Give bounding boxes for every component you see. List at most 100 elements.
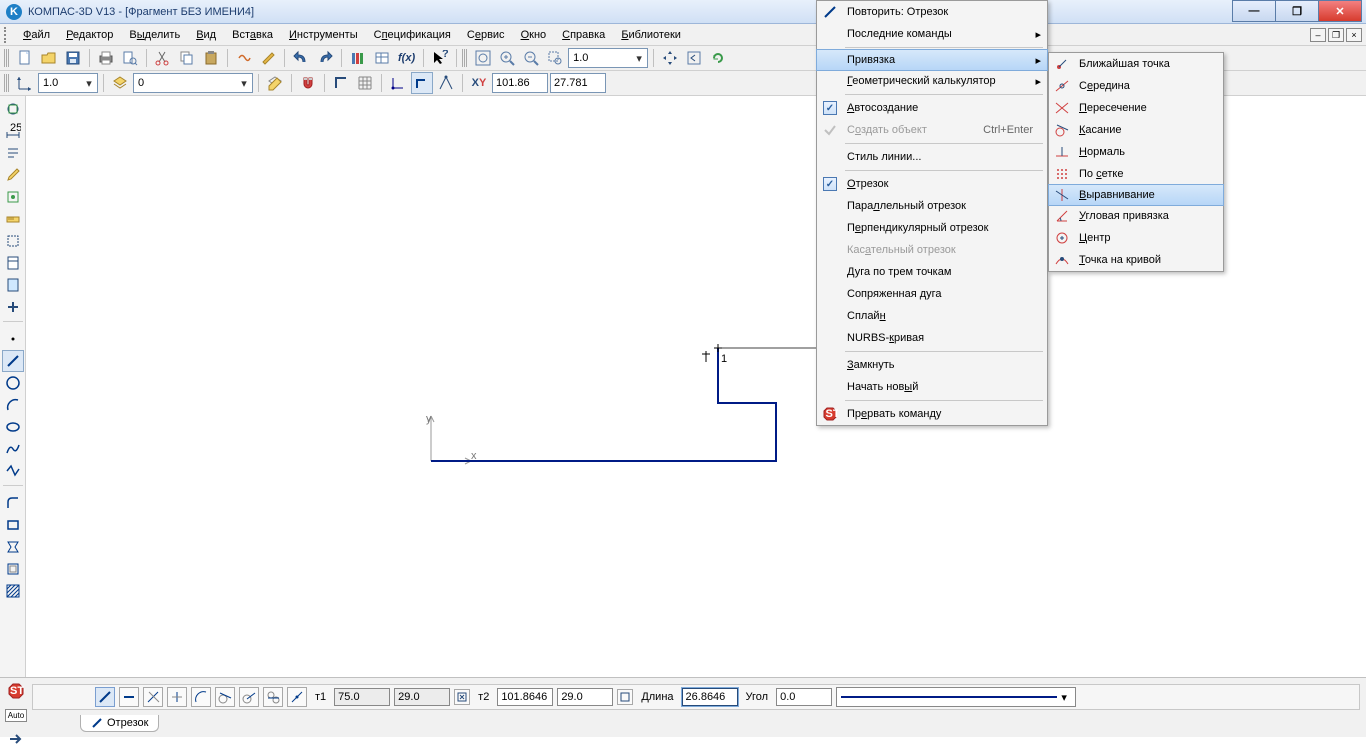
- menu-help[interactable]: Справка: [555, 27, 612, 43]
- cm-snap[interactable]: Привязка▸: [816, 49, 1048, 71]
- hatch-tool[interactable]: [2, 580, 24, 602]
- layer-color-button[interactable]: [109, 72, 131, 94]
- params-tab[interactable]: [2, 186, 24, 208]
- properties-button[interactable]: [233, 47, 255, 69]
- print-preview-button[interactable]: [119, 47, 141, 69]
- line-mode-9[interactable]: [287, 687, 307, 707]
- redo-button[interactable]: [314, 47, 336, 69]
- zoom-in-button[interactable]: [496, 47, 518, 69]
- layer-combo[interactable]: 0▾: [133, 73, 253, 93]
- autoline-tool[interactable]: [2, 460, 24, 482]
- arc-tool[interactable]: [2, 394, 24, 416]
- menu-edit[interactable]: Редактор: [59, 27, 120, 43]
- menu-window[interactable]: Окно: [514, 27, 554, 43]
- grid-button[interactable]: [354, 72, 376, 94]
- new-doc-button[interactable]: [14, 47, 36, 69]
- collect-tool[interactable]: [2, 536, 24, 558]
- snap-grid[interactable]: По сетке: [1049, 163, 1223, 185]
- menu-view[interactable]: Вид: [189, 27, 223, 43]
- fillet-tool[interactable]: [2, 492, 24, 514]
- snap-midpoint[interactable]: Середина: [1049, 75, 1223, 97]
- t2-lock-button[interactable]: [454, 689, 470, 705]
- rect-tool[interactable]: [2, 514, 24, 536]
- copy-props-button[interactable]: [257, 47, 279, 69]
- auto-mode-button[interactable]: Auto: [5, 704, 27, 726]
- redraw-button[interactable]: [707, 47, 729, 69]
- ellipse-tool[interactable]: [2, 416, 24, 438]
- coord-y-input[interactable]: [550, 73, 606, 93]
- pan-button[interactable]: [659, 47, 681, 69]
- snap-center[interactable]: Центр: [1049, 227, 1223, 249]
- zoom-fit-button[interactable]: [472, 47, 494, 69]
- ortho-draw-button[interactable]: [411, 72, 433, 94]
- coord-x-input[interactable]: [492, 73, 548, 93]
- line-mode-4[interactable]: [167, 687, 187, 707]
- cm-repeat[interactable]: Повторить: Отрезок: [817, 1, 1047, 23]
- copy-button[interactable]: [176, 47, 198, 69]
- snap-point-on-curve[interactable]: Точка на кривой: [1049, 249, 1223, 271]
- maximize-button[interactable]: ❐: [1275, 0, 1319, 22]
- scale-combo[interactable]: 1.0▾: [38, 73, 98, 93]
- snap-nearest[interactable]: Ближайшая точка: [1049, 53, 1223, 75]
- prev-view-button[interactable]: [683, 47, 705, 69]
- cm-segment[interactable]: ✓Отрезок: [817, 173, 1047, 195]
- line-mode-3[interactable]: [143, 687, 163, 707]
- stop-button[interactable]: STOP: [5, 680, 27, 702]
- spec-tab[interactable]: [2, 252, 24, 274]
- create-obj-button[interactable]: [5, 728, 27, 750]
- cm-abort[interactable]: STOPПрервать команду: [817, 403, 1047, 425]
- line-mode-1[interactable]: [95, 687, 115, 707]
- xy-lock-button[interactable]: XY: [468, 72, 490, 94]
- line-mode-2[interactable]: [119, 687, 139, 707]
- cm-start-new[interactable]: Начать новый: [817, 376, 1047, 398]
- coord-type-button[interactable]: [14, 72, 36, 94]
- doc-restore-button[interactable]: ❐: [1328, 28, 1344, 42]
- open-button[interactable]: [38, 47, 60, 69]
- len-lock-button[interactable]: [617, 689, 633, 705]
- zoom-out-button[interactable]: [520, 47, 542, 69]
- close-button[interactable]: ✕: [1318, 0, 1362, 22]
- length-input[interactable]: [682, 688, 738, 706]
- cm-autocreate[interactable]: ✓Автосоздание: [817, 97, 1047, 119]
- line-mode-8[interactable]: [263, 687, 283, 707]
- doc-close-button[interactable]: ×: [1346, 28, 1362, 42]
- t1-y-input[interactable]: [394, 688, 450, 706]
- snap-angular[interactable]: Угловая привязка: [1049, 205, 1223, 227]
- labels-tab[interactable]: [2, 142, 24, 164]
- toolbar-grip[interactable]: [462, 49, 467, 67]
- cm-spline[interactable]: Сплайн: [817, 305, 1047, 327]
- manager-button[interactable]: [347, 47, 369, 69]
- edit-layer-button[interactable]: [264, 72, 286, 94]
- cm-recent[interactable]: Последние команды▸: [817, 23, 1047, 45]
- line-mode-7[interactable]: [239, 687, 259, 707]
- variables-button[interactable]: f(x): [395, 47, 418, 69]
- menu-tools[interactable]: Инструменты: [282, 27, 365, 43]
- line-style-combo[interactable]: ▾: [836, 687, 1076, 707]
- save-button[interactable]: [62, 47, 84, 69]
- ortho-button[interactable]: [330, 72, 352, 94]
- menu-file[interactable]: Файл: [16, 27, 57, 43]
- paste-button[interactable]: [200, 47, 222, 69]
- line-mode-6[interactable]: [215, 687, 235, 707]
- menu-select[interactable]: Выделить: [122, 27, 187, 43]
- cm-parallel[interactable]: Параллельный отрезок: [817, 195, 1047, 217]
- dims-tab[interactable]: 25: [2, 120, 24, 142]
- menu-service[interactable]: Сервис: [460, 27, 512, 43]
- lcs-button[interactable]: [387, 72, 409, 94]
- t2-x-input[interactable]: [497, 688, 553, 706]
- cm-perpend[interactable]: Перпендикулярный отрезок: [817, 217, 1047, 239]
- cm-linestyle[interactable]: Стиль линии...: [817, 146, 1047, 168]
- measure-tab[interactable]: [2, 208, 24, 230]
- point-tool[interactable]: [2, 328, 24, 350]
- toolbar-grip[interactable]: [4, 74, 9, 92]
- cut-button[interactable]: [152, 47, 174, 69]
- t2-y-input[interactable]: [557, 688, 613, 706]
- cm-conjarc[interactable]: Сопряженная дуга: [817, 283, 1047, 305]
- snap-align[interactable]: Выравнивание: [1048, 184, 1224, 206]
- select-tab[interactable]: [2, 230, 24, 252]
- minimize-button[interactable]: —: [1232, 0, 1276, 22]
- cm-geocalc[interactable]: Геометрический калькулятор▸: [817, 70, 1047, 92]
- property-tab-segment[interactable]: Отрезок: [80, 715, 159, 732]
- cm-close-path[interactable]: Замкнуть: [817, 354, 1047, 376]
- menu-insert[interactable]: Вставка: [225, 27, 280, 43]
